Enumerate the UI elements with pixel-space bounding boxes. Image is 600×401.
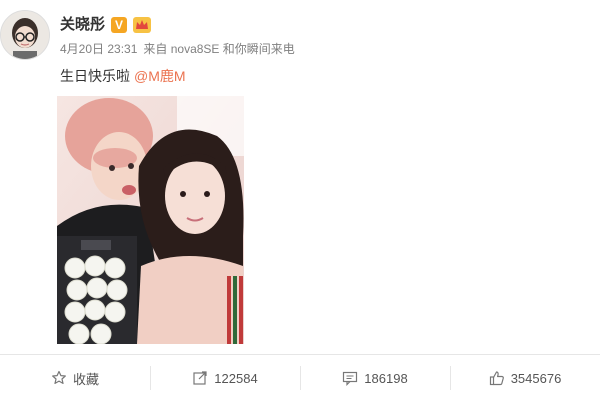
comment-button[interactable]: 186198 bbox=[300, 355, 450, 401]
weibo-post: 关晓彤 V 4月20日 23:31 来自 nova8SE 和你瞬间来电 生日快乐啦… bbox=[0, 0, 600, 400]
comment-icon bbox=[343, 371, 358, 386]
avatar[interactable] bbox=[0, 10, 50, 60]
crown-icon[interactable] bbox=[133, 17, 152, 33]
avatar-icon bbox=[1, 11, 49, 59]
repost-icon bbox=[193, 371, 207, 385]
star-icon bbox=[52, 370, 66, 384]
like-button[interactable]: 3545676 bbox=[450, 355, 600, 401]
post-text: 生日快乐啦 bbox=[60, 68, 130, 84]
favorite-button[interactable]: 收藏 bbox=[0, 355, 150, 401]
thumbs-up-icon bbox=[489, 371, 504, 386]
mention-link[interactable]: @M鹿M bbox=[134, 68, 186, 84]
username[interactable]: 关晓彤 bbox=[60, 14, 105, 36]
action-bar: 收藏 122584 186198 3545676 bbox=[0, 354, 600, 401]
verified-badge[interactable]: V bbox=[111, 17, 128, 33]
like-count: 3545676 bbox=[510, 370, 562, 386]
post-photo[interactable] bbox=[57, 96, 244, 344]
post-time[interactable]: 4月20日 23:31 bbox=[60, 42, 137, 56]
favorite-label: 收藏 bbox=[72, 371, 99, 387]
username-row: 关晓彤 V bbox=[60, 14, 152, 36]
repost-button[interactable]: 122584 bbox=[150, 355, 300, 401]
comment-count: 186198 bbox=[364, 370, 408, 386]
post-source: 来自 nova8SE 和你瞬间来电 bbox=[143, 42, 295, 56]
post-meta: 4月20日 23:31 来自 nova8SE 和你瞬间来电 bbox=[60, 40, 301, 58]
repost-count: 122584 bbox=[214, 370, 258, 386]
photo-image bbox=[57, 96, 244, 344]
post-content: 生日快乐啦 @M鹿M bbox=[60, 66, 186, 86]
